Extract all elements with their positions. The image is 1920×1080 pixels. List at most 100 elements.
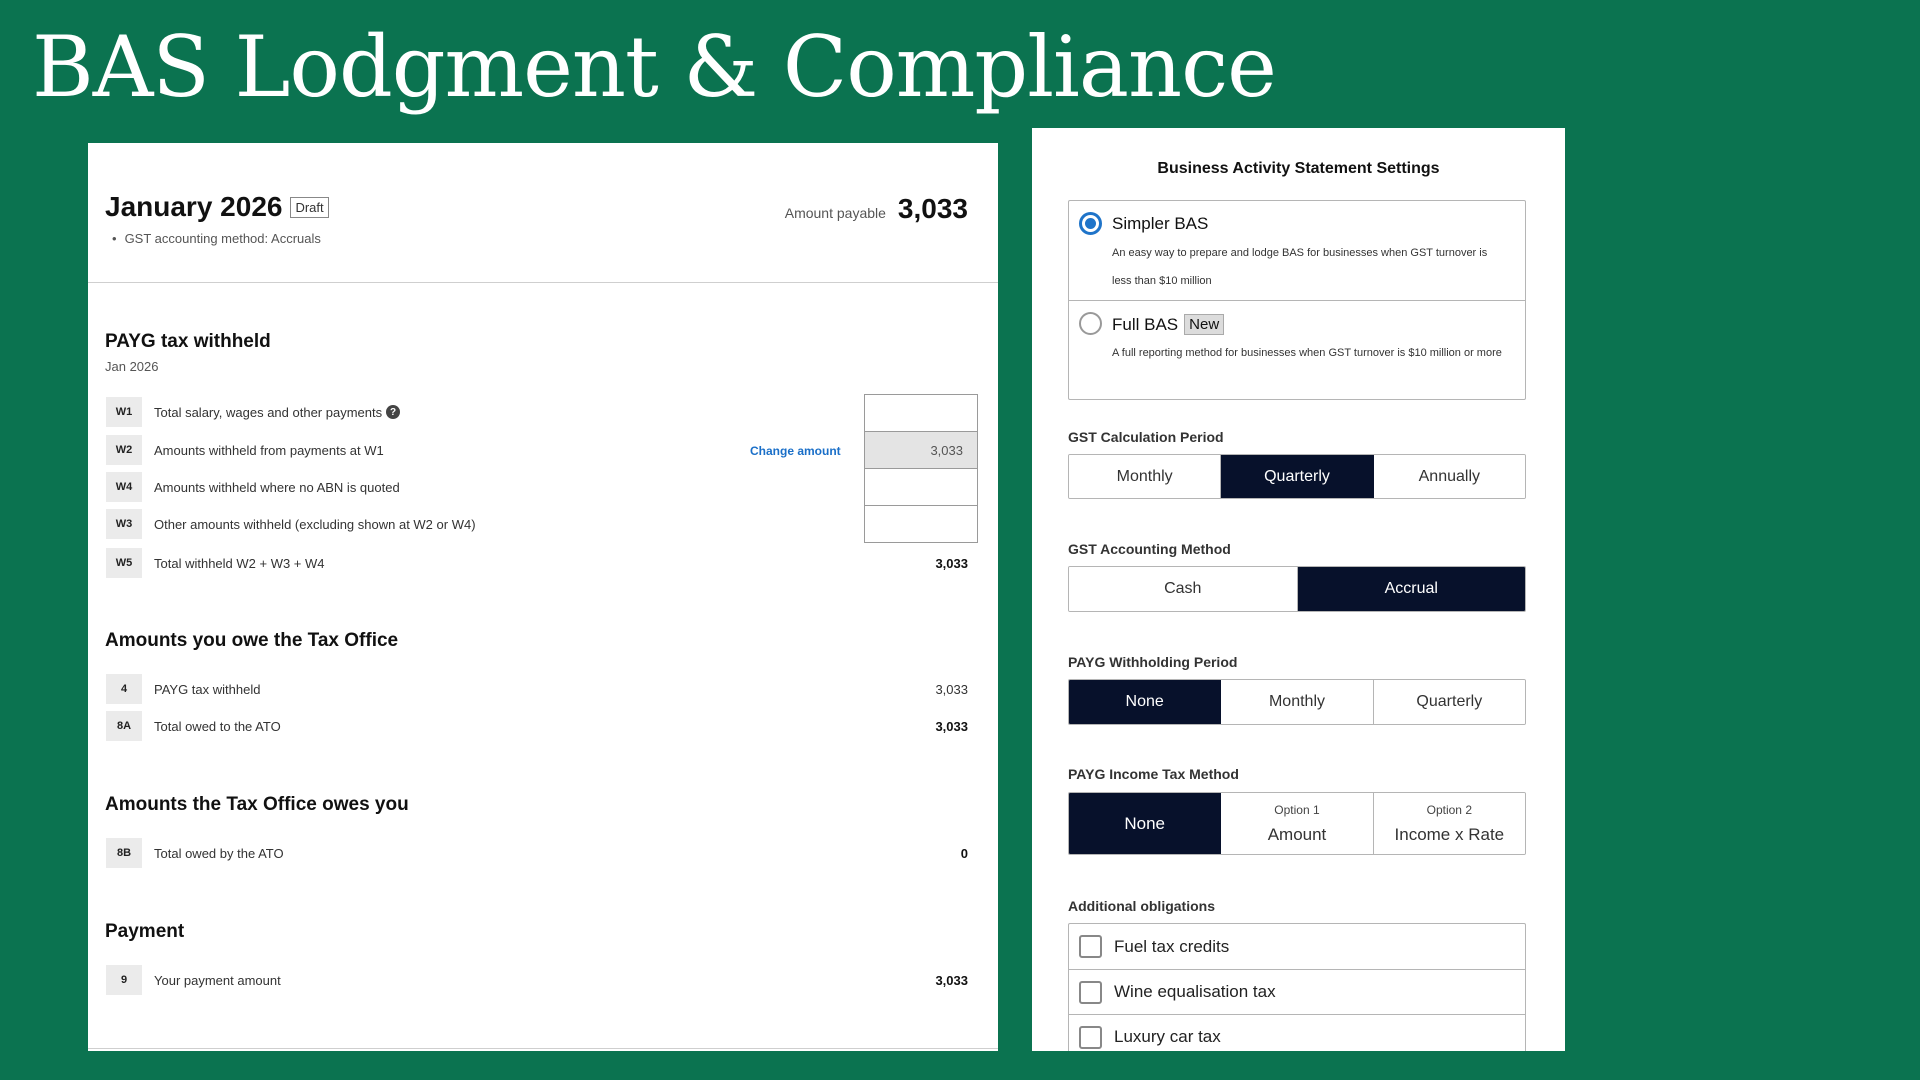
payg-period-none[interactable]: None	[1069, 680, 1222, 724]
change-amount-link[interactable]: Change amount	[750, 444, 841, 458]
row-value: 3,033	[935, 681, 968, 697]
radio-label: Full BAS	[1112, 314, 1179, 334]
radio-full-bas[interactable]: Full BAS New A full reporting method for …	[1069, 300, 1525, 399]
amount-payable: Amount payable 3,033	[785, 193, 968, 225]
payg-period: Jan 2026	[105, 359, 159, 374]
row-code: 8B	[106, 838, 142, 868]
owe-row-8a: 8A Total owed to the ATO 3,033	[106, 711, 968, 741]
payg-method-amount[interactable]: Option 1 Amount	[1221, 793, 1374, 854]
checkbox-unchecked-icon[interactable]	[1079, 980, 1102, 1004]
amount-payable-value: 3,033	[897, 193, 968, 224]
payg-method-label: PAYG Income Tax Method	[1068, 766, 1239, 782]
gst-method-accrual[interactable]: Accrual	[1297, 567, 1525, 611]
payg-row-w1: W1 Total salary, wages and other payment…	[106, 397, 968, 427]
bullet: •	[112, 231, 117, 246]
option-main-label: Income x Rate	[1394, 824, 1505, 844]
checkbox-unchecked-icon[interactable]	[1079, 1025, 1102, 1049]
gst-method-label: GST Accounting Method	[1068, 541, 1231, 557]
w4-amount-input[interactable]	[864, 468, 978, 506]
additional-obligations-label: Additional obligations	[1068, 898, 1215, 914]
gst-period-segmented: Monthly Quarterly Annually	[1068, 454, 1526, 499]
owed-section-title: Amounts the Tax Office owes you	[105, 794, 409, 815]
radio-simpler-bas[interactable]: Simpler BAS An easy way to prepare and l…	[1069, 201, 1525, 300]
w2-amount-input[interactable]: 3,033	[864, 431, 978, 469]
row-code: 8A	[106, 711, 142, 741]
row-label: Total owed by the ATO	[154, 845, 284, 861]
option-main-label: None	[1124, 813, 1165, 833]
w1-amount-input[interactable]	[864, 394, 978, 432]
obligation-fuel-tax-credits[interactable]: Fuel tax credits	[1069, 924, 1525, 969]
owe-section-title: Amounts you owe the Tax Office	[105, 630, 399, 651]
checkbox-label: Wine equalisation tax	[1114, 982, 1276, 1001]
bas-statement-panel: January 2026 Draft • GST accounting metho…	[88, 143, 998, 1051]
option-sub-label: Option 2	[1426, 802, 1472, 817]
gst-period-label: GST Calculation Period	[1068, 429, 1224, 445]
row-code: 9	[106, 965, 142, 995]
payg-section-title: PAYG tax withheld	[105, 331, 271, 352]
bas-type-radio-group: Simpler BAS An easy way to prepare and l…	[1068, 200, 1526, 400]
radio-checked-icon[interactable]	[1079, 212, 1102, 235]
gst-period-annually[interactable]: Annually	[1373, 455, 1525, 498]
row-label: Total salary, wages and other payments	[154, 404, 383, 420]
gst-method-cash[interactable]: Cash	[1069, 567, 1298, 611]
row-label: Other amounts withheld (excluding shown …	[154, 516, 476, 532]
bas-settings-panel: Business Activity Statement Settings Sim…	[1032, 128, 1565, 1051]
payg-period-quarterly[interactable]: Quarterly	[1373, 680, 1525, 724]
row-value: 3,033	[935, 718, 968, 734]
row-label: PAYG tax withheld	[154, 681, 261, 697]
payg-period-segmented: None Monthly Quarterly	[1068, 679, 1526, 725]
row-code: W5	[106, 548, 142, 578]
payg-method-income-rate[interactable]: Option 2 Income x Rate	[1373, 793, 1525, 854]
settings-title: Business Activity Statement Settings	[1157, 160, 1440, 177]
owed-row-8b: 8B Total owed by the ATO 0	[106, 838, 968, 868]
payment-row-9: 9 Your payment amount 3,033	[106, 965, 968, 995]
divider	[88, 1048, 998, 1049]
radio-description: A full reporting method for businesses w…	[1112, 347, 1502, 359]
option-sub-label: Option 1	[1274, 802, 1320, 817]
payment-section-title: Payment	[105, 921, 185, 942]
radio-label: Simpler BAS	[1112, 214, 1209, 233]
gst-period-quarterly[interactable]: Quarterly	[1221, 455, 1374, 498]
row-label: Amounts withheld from payments at W1	[154, 442, 384, 458]
checkbox-unchecked-icon[interactable]	[1079, 935, 1102, 958]
gst-method-text: GST accounting method: Accruals	[124, 231, 321, 246]
gst-method-note: • GST accounting method: Accruals	[112, 231, 321, 246]
gst-method-segmented: Cash Accrual	[1068, 566, 1526, 612]
status-badge: Draft	[290, 196, 329, 218]
statement-header: January 2026 Draft • GST accounting metho…	[88, 143, 998, 283]
amount-payable-label: Amount payable	[784, 205, 886, 221]
obligation-luxury-car-tax[interactable]: Luxury car tax	[1069, 1014, 1525, 1051]
owe-row-4: 4 PAYG tax withheld 3,033	[106, 674, 968, 704]
gst-period-monthly[interactable]: Monthly	[1069, 455, 1222, 498]
row-label: Amounts withheld where no ABN is quoted	[154, 479, 400, 495]
additional-obligations-list: Fuel tax credits Wine equalisation tax L…	[1068, 923, 1526, 1051]
row-value: 3,033	[935, 555, 968, 571]
statement-title: January 2026	[105, 191, 283, 222]
new-badge: New	[1184, 314, 1225, 335]
row-code: 4	[106, 674, 142, 704]
payg-row-w4: W4 Amounts withheld where no ABN is quot…	[106, 472, 968, 502]
option-main-label: Amount	[1267, 824, 1327, 844]
payg-row-w5: W5 Total withheld W2 + W3 + W4 3,033	[106, 548, 968, 578]
row-label: Your payment amount	[154, 972, 281, 988]
row-code: W2	[106, 435, 142, 465]
row-code: W3	[106, 509, 142, 539]
slide-title: BAS Lodgment & Compliance	[32, 18, 1277, 116]
payg-method-segmented: None Option 1 Amount Option 2 Income x R…	[1068, 792, 1526, 855]
w3-amount-input[interactable]	[864, 505, 978, 543]
row-code: W1	[106, 397, 142, 427]
payg-row-w3: W3 Other amounts withheld (excluding sho…	[106, 509, 968, 539]
checkbox-label: Fuel tax credits	[1114, 936, 1230, 956]
help-icon[interactable]: ?	[386, 405, 401, 419]
row-value: 3,033	[935, 972, 968, 988]
row-value: 0	[960, 845, 968, 861]
radio-description: An easy way to prepare and lodge BAS for…	[1112, 247, 1488, 287]
row-label: Total withheld W2 + W3 + W4	[154, 555, 325, 571]
radio-unchecked-icon[interactable]	[1079, 312, 1102, 335]
payg-method-none[interactable]: None	[1069, 793, 1222, 854]
row-label: Total owed to the ATO	[154, 718, 281, 734]
row-code: W4	[106, 472, 142, 502]
payg-period-label: PAYG Withholding Period	[1068, 654, 1238, 670]
obligation-wine-equalisation-tax[interactable]: Wine equalisation tax	[1069, 969, 1525, 1014]
payg-period-monthly[interactable]: Monthly	[1221, 680, 1374, 724]
